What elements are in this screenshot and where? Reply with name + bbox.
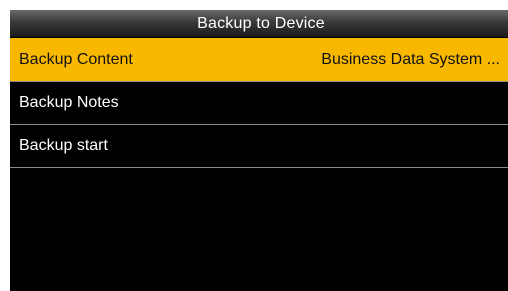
menu-item-backup-notes[interactable]: Backup Notes [10, 82, 508, 125]
menu-item-label: Backup Notes [19, 94, 119, 111]
device-screen: Backup to Device Backup Content Business… [10, 10, 508, 291]
menu-item-value: Business Data System ... [321, 51, 500, 68]
menu-item-backup-content[interactable]: Backup Content Business Data System ... [10, 38, 508, 82]
menu-list: Backup Content Business Data System ... … [10, 38, 508, 168]
menu-item-backup-start[interactable]: Backup start [10, 125, 508, 168]
title-bar: Backup to Device [10, 10, 508, 37]
page-title: Backup to Device [197, 15, 325, 32]
menu-item-label: Backup Content [19, 51, 133, 68]
menu-item-label: Backup start [19, 137, 108, 154]
